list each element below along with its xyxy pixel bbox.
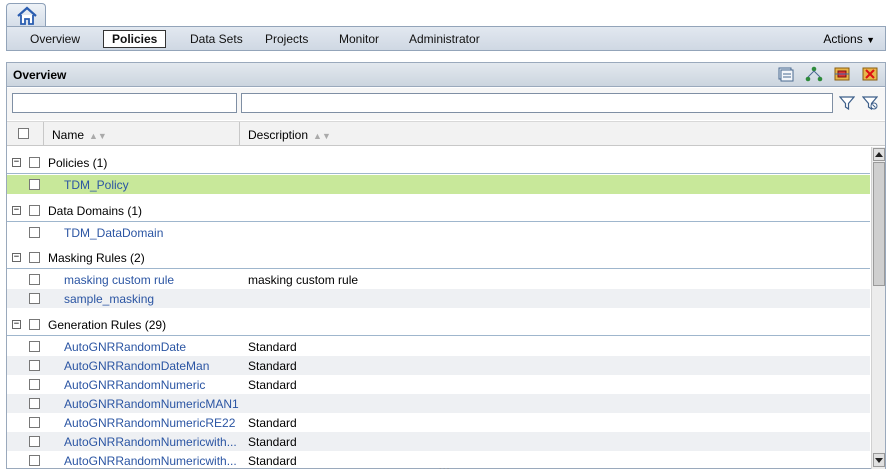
group-label: Masking Rules (2)	[48, 251, 145, 265]
panel-header: Overview	[7, 63, 885, 87]
new-policy-icon[interactable]	[777, 66, 795, 82]
item-description: Standard	[248, 416, 297, 430]
table-row[interactable]: masking custom rule masking custom rule	[7, 270, 870, 289]
chevron-down-icon: ▼	[866, 35, 875, 45]
item-description: Standard	[248, 435, 297, 449]
column-divider	[43, 122, 44, 146]
import-icon[interactable]	[833, 66, 851, 82]
item-name-link[interactable]: TDM_Policy	[64, 178, 129, 192]
table-row[interactable]: AutoGNRRandomNumericwith... Standard	[7, 432, 870, 451]
item-description: Standard	[248, 359, 297, 373]
item-name-link[interactable]: AutoGNRRandomNumericwith...	[64, 454, 237, 468]
nav-tab-projects[interactable]: Projects	[265, 32, 308, 46]
table-row[interactable]: AutoGNRRandomDateMan Standard	[7, 356, 870, 375]
item-name-link[interactable]: AutoGNRRandomDate	[64, 340, 186, 354]
item-name-link[interactable]: TDM_DataDomain	[64, 226, 163, 240]
row-checkbox[interactable]	[29, 227, 40, 238]
nav-tab-monitor[interactable]: Monitor	[339, 32, 379, 46]
row-checkbox[interactable]	[29, 179, 40, 190]
item-description: masking custom rule	[248, 273, 359, 287]
column-header-name-label: Name	[52, 128, 85, 142]
item-description: Standard	[248, 340, 297, 354]
home-icon	[17, 6, 37, 25]
group-row-masking-rules[interactable]: − Masking Rules (2)	[7, 242, 870, 269]
table-row[interactable]: TDM_DataDomain	[7, 223, 870, 242]
collapse-icon[interactable]: −	[12, 320, 21, 329]
nav-tab-overview[interactable]: Overview	[30, 32, 80, 46]
table-row[interactable]: sample_masking	[7, 289, 870, 308]
scroll-down-button[interactable]	[873, 453, 885, 467]
vertical-scrollbar[interactable]	[871, 147, 885, 469]
select-all-checkbox[interactable]	[18, 128, 29, 139]
resize-grip-icon[interactable]: •••	[439, 465, 450, 469]
row-checkbox[interactable]	[29, 379, 40, 390]
row-checkbox[interactable]	[29, 341, 40, 352]
group-checkbox[interactable]	[29, 205, 40, 216]
actions-label: Actions	[823, 32, 863, 46]
description-filter-input[interactable]	[241, 93, 833, 113]
home-tab[interactable]	[6, 3, 46, 27]
item-description: Standard	[248, 378, 297, 392]
item-name-link[interactable]: AutoGNRRandomDateMan	[64, 359, 209, 373]
collapse-icon[interactable]: −	[12, 158, 21, 167]
delete-icon[interactable]	[861, 66, 879, 82]
scrollbar-thumb[interactable]	[873, 162, 885, 286]
row-checkbox[interactable]	[29, 360, 40, 371]
collapse-icon[interactable]: −	[12, 253, 21, 262]
scroll-up-button[interactable]	[873, 148, 885, 161]
column-header-name[interactable]: Name ▲▼	[52, 128, 107, 142]
main-navbar: Overview Policies Data Sets Projects Mon…	[6, 26, 886, 51]
actions-menu[interactable]: Actions ▼	[823, 32, 875, 46]
grid-header: Name ▲▼ Description ▲▼	[7, 121, 885, 146]
arrow-up-icon	[875, 152, 883, 157]
item-name-link[interactable]: AutoGNRRandomNumeric	[64, 378, 205, 392]
column-header-description[interactable]: Description ▲▼	[248, 128, 331, 142]
item-name-link[interactable]: masking custom rule	[64, 273, 174, 287]
table-row[interactable]: AutoGNRRandomNumericRE22 Standard	[7, 413, 870, 432]
row-checkbox[interactable]	[29, 274, 40, 285]
row-checkbox[interactable]	[29, 293, 40, 304]
group-checkbox[interactable]	[29, 157, 40, 168]
item-name-link[interactable]: AutoGNRRandomNumericwith...	[64, 435, 237, 449]
group-row-generation-rules[interactable]: − Generation Rules (29)	[7, 309, 870, 336]
group-label: Generation Rules (29)	[48, 318, 167, 332]
sort-icon: ▲▼	[89, 131, 107, 141]
table-row[interactable]: AutoGNRRandomNumericMAN1	[7, 394, 870, 413]
group-row-data-domains[interactable]: − Data Domains (1)	[7, 195, 870, 222]
clear-filter-icon[interactable]	[862, 95, 878, 111]
column-header-description-label: Description	[248, 128, 309, 142]
group-label: Policies (1)	[48, 156, 108, 170]
panel-title: Overview	[13, 68, 67, 82]
filter-icon[interactable]	[839, 95, 855, 111]
row-checkbox[interactable]	[29, 398, 40, 409]
group-checkbox[interactable]	[29, 252, 40, 263]
nav-tab-data-sets[interactable]: Data Sets	[190, 32, 243, 46]
home-strip	[0, 0, 890, 27]
row-checkbox[interactable]	[29, 417, 40, 428]
item-name-link[interactable]: AutoGNRRandomNumericRE22	[64, 416, 235, 430]
group-row-policies[interactable]: − Policies (1)	[7, 147, 870, 174]
table-row[interactable]: AutoGNRRandomNumeric Standard	[7, 375, 870, 394]
grid-body: − Policies (1) TDM_Policy − Data Domains…	[7, 147, 870, 469]
sort-icon: ▲▼	[313, 131, 331, 141]
item-description: Standard	[248, 454, 297, 468]
filter-row	[7, 88, 885, 120]
name-filter-input[interactable]	[12, 93, 237, 113]
group-checkbox[interactable]	[29, 319, 40, 330]
collapse-icon[interactable]: −	[12, 206, 21, 215]
row-checkbox[interactable]	[29, 436, 40, 447]
app-window: Overview Policies Data Sets Projects Mon…	[0, 0, 890, 469]
hierarchy-icon[interactable]	[805, 66, 823, 82]
arrow-down-icon	[875, 458, 883, 463]
overview-panel: Overview Name ▲▼ Description ▲▼ − Polici…	[6, 62, 886, 469]
table-row[interactable]: AutoGNRRandomDate Standard	[7, 337, 870, 356]
item-name-link[interactable]: AutoGNRRandomNumericMAN1	[64, 397, 239, 411]
nav-tab-policies[interactable]: Policies	[103, 30, 167, 48]
column-divider	[239, 122, 240, 146]
nav-tab-administrator[interactable]: Administrator	[409, 32, 480, 46]
group-label: Data Domains (1)	[48, 204, 143, 218]
row-checkbox[interactable]	[29, 455, 40, 466]
item-name-link[interactable]: sample_masking	[64, 292, 154, 306]
table-row[interactable]: TDM_Policy	[7, 175, 870, 194]
